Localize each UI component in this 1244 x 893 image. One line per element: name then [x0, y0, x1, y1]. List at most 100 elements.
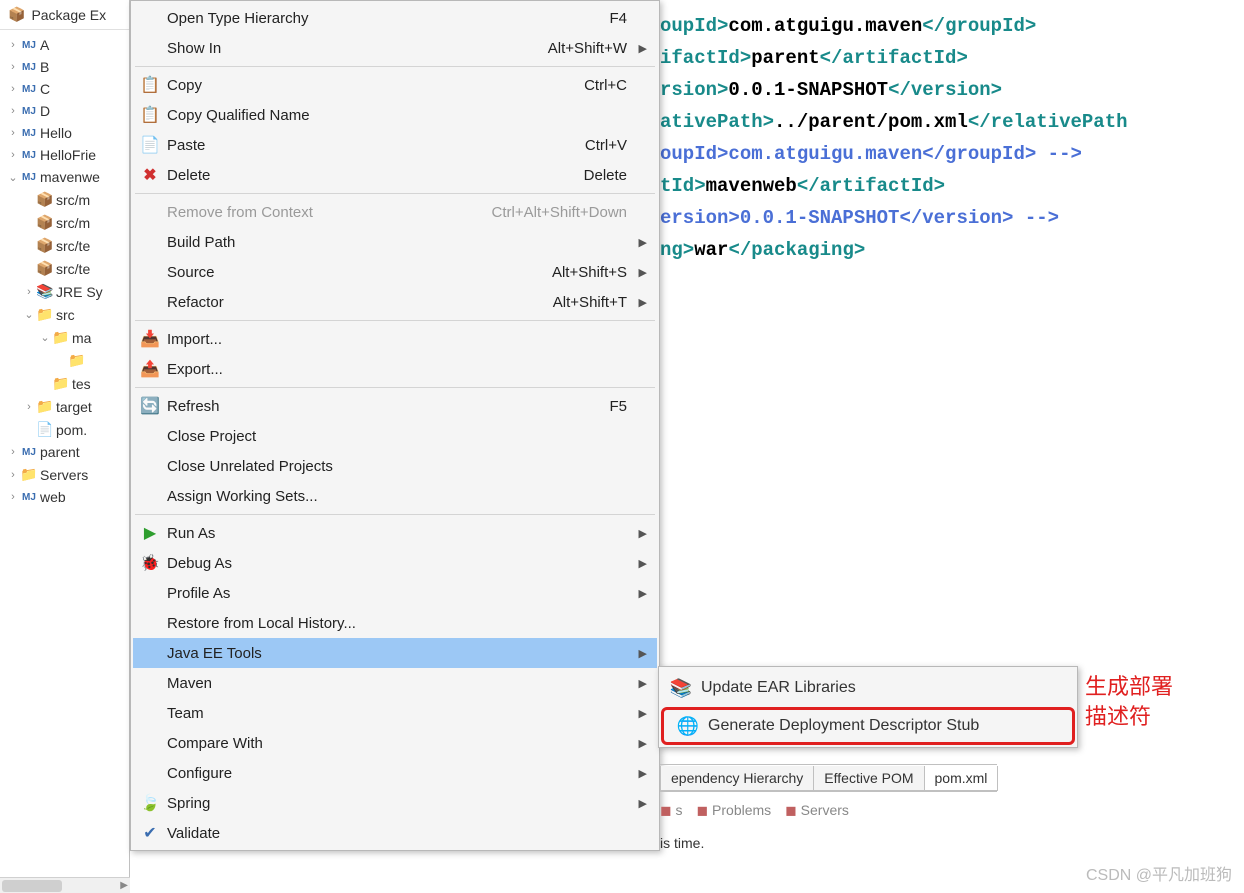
twisty-icon[interactable]: ⌄ [6, 171, 20, 184]
tree-item-ma[interactable]: ⌄📁ma [0, 326, 129, 349]
horizontal-scrollbar[interactable]: ▶ [0, 877, 130, 893]
scrollbar-thumb[interactable] [2, 880, 62, 892]
tree-item-target[interactable]: ›📁target [0, 395, 129, 418]
tree-item-pom.[interactable]: 📄pom. [0, 418, 129, 441]
mj-icon: MJ [20, 106, 38, 117]
tree-item-HelloFrie[interactable]: ›MJHelloFrie [0, 144, 129, 166]
menu-item-copy-qualified-name[interactable]: 📋Copy Qualified Name [133, 100, 657, 130]
twisty-icon[interactable]: › [6, 127, 20, 139]
tree-item-web[interactable]: ›MJweb [0, 486, 129, 508]
tree-item-mavenwe[interactable]: ⌄MJmavenwe [0, 166, 129, 188]
tree-item-empty[interactable]: 📁 [0, 349, 129, 372]
twisty-icon[interactable]: › [22, 401, 36, 413]
menu-item-accel: Alt+Shift+W [548, 40, 635, 57]
menu-item-profile-as[interactable]: Profile As▶ [133, 578, 657, 608]
menu-item-refresh[interactable]: 🔄RefreshF5 [133, 391, 657, 421]
tree-item-tes[interactable]: 📁tes [0, 372, 129, 395]
twisty-icon[interactable]: › [6, 39, 20, 51]
menu-item-label: Spring [167, 795, 627, 812]
menu-item-team[interactable]: Team▶ [133, 698, 657, 728]
twisty-icon[interactable]: › [6, 149, 20, 161]
mj-icon: MJ [20, 40, 38, 51]
context-menu[interactable]: Open Type HierarchyF4Show InAlt+Shift+W▶… [130, 0, 660, 851]
menu-item-restore-from-local-history-[interactable]: Restore from Local History... [133, 608, 657, 638]
project-tree[interactable]: ›MJA›MJB›MJC›MJD›MJHello›MJHelloFrie⌄MJm… [0, 30, 129, 512]
menu-item-copy[interactable]: 📋CopyCtrl+C [133, 70, 657, 100]
menu-item-label: Copy Qualified Name [167, 107, 627, 124]
spring-icon: 🍃 [133, 793, 167, 813]
tree-item-parent[interactable]: ›MJparent [0, 441, 129, 463]
editor-area[interactable]: oupId>com.atguigu.maven</groupId>ifactId… [660, 0, 1244, 760]
editor-tab-ependency-hierarchy[interactable]: ependency Hierarchy [660, 766, 814, 791]
tree-item-label: src/te [54, 238, 90, 254]
menu-item-spring[interactable]: 🍃Spring▶ [133, 788, 657, 818]
tree-item-D[interactable]: ›MJD [0, 100, 129, 122]
tree-item-src/m[interactable]: 📦src/m [0, 211, 129, 234]
menu-item-import-[interactable]: 📥Import... [133, 324, 657, 354]
menu-item-close-unrelated-projects[interactable]: Close Unrelated Projects [133, 451, 657, 481]
panel-tab-servers[interactable]: ◼ Servers [785, 802, 849, 819]
paste-icon: 📄 [133, 135, 167, 155]
menu-item-configure[interactable]: Configure▶ [133, 758, 657, 788]
menu-item-label: Remove from Context [167, 204, 492, 221]
editor-bottom-tabs[interactable]: ependency HierarchyEffective POMpom.xml [660, 764, 997, 792]
tree-item-C[interactable]: ›MJC [0, 78, 129, 100]
submenu-item-generate-deployment-descriptor-stub[interactable]: 🌐Generate Deployment Descriptor Stub [661, 707, 1075, 745]
tree-item-label: Hello [38, 125, 72, 141]
tree-item-label: target [54, 399, 92, 415]
editor-tab-effective-pom[interactable]: Effective POM [813, 766, 924, 791]
twisty-icon[interactable]: ⌄ [22, 308, 36, 321]
menu-item-export-[interactable]: 📤Export... [133, 354, 657, 384]
scrollbar-arrow-icon[interactable]: ▶ [120, 880, 128, 891]
submenu-arrow-icon: ▶ [635, 527, 647, 540]
menu-item-accel: Delete [584, 167, 635, 184]
submenu-item-update-ear-libraries[interactable]: 📚Update EAR Libraries [661, 669, 1075, 707]
panel-tab-problems[interactable]: ◼ Problems [697, 802, 772, 819]
menu-item-label: Team [167, 705, 627, 722]
menu-item-refactor[interactable]: RefactorAlt+Shift+T▶ [133, 287, 657, 317]
submenu-arrow-icon: ▶ [635, 42, 647, 55]
menu-item-source[interactable]: SourceAlt+Shift+S▶ [133, 257, 657, 287]
twisty-icon[interactable]: › [6, 491, 20, 503]
tree-item-src/m[interactable]: 📦src/m [0, 188, 129, 211]
menu-item-show-in[interactable]: Show InAlt+Shift+W▶ [133, 33, 657, 63]
context-submenu[interactable]: 📚Update EAR Libraries🌐Generate Deploymen… [658, 666, 1078, 748]
tree-item-src/te[interactable]: 📦src/te [0, 257, 129, 280]
package-explorer-title: 📦 Package Ex [0, 0, 129, 30]
menu-item-debug-as[interactable]: 🐞Debug As▶ [133, 548, 657, 578]
menu-item-label: Delete [167, 167, 584, 184]
menu-item-java-ee-tools[interactable]: Java EE Tools▶ [133, 638, 657, 668]
tree-item-B[interactable]: ›MJB [0, 56, 129, 78]
panel-tab-s[interactable]: ◼ s [660, 802, 683, 819]
twisty-icon[interactable]: › [6, 446, 20, 458]
menu-item-label: Maven [167, 675, 627, 692]
tree-item-src/te[interactable]: 📦src/te [0, 234, 129, 257]
editor-tab-pom-xml[interactable]: pom.xml [924, 766, 999, 791]
bottom-panel-tabs[interactable]: ◼ s ◼ Problems ◼ Servers [660, 796, 849, 825]
menu-item-delete[interactable]: ✖DeleteDelete [133, 160, 657, 190]
menu-separator [135, 193, 655, 194]
debug-icon: 🐞 [133, 553, 167, 573]
tree-item-Hello[interactable]: ›MJHello [0, 122, 129, 144]
menu-item-build-path[interactable]: Build Path▶ [133, 227, 657, 257]
twisty-icon[interactable]: › [6, 469, 20, 481]
menu-item-maven[interactable]: Maven▶ [133, 668, 657, 698]
menu-item-compare-with[interactable]: Compare With▶ [133, 728, 657, 758]
menu-item-assign-working-sets-[interactable]: Assign Working Sets... [133, 481, 657, 511]
menu-item-close-project[interactable]: Close Project [133, 421, 657, 451]
twisty-icon[interactable]: › [6, 83, 20, 95]
tree-item-src[interactable]: ⌄📁src [0, 303, 129, 326]
twisty-icon[interactable]: ⌄ [38, 331, 52, 344]
menu-item-validate[interactable]: ✔Validate [133, 818, 657, 848]
tree-item-JRE Sy[interactable]: ›📚JRE Sy [0, 280, 129, 303]
twisty-icon[interactable]: › [6, 61, 20, 73]
menu-item-label: Compare With [167, 735, 627, 752]
menu-item-open-type-hierarchy[interactable]: Open Type HierarchyF4 [133, 3, 657, 33]
menu-item-label: Java EE Tools [167, 645, 627, 662]
tree-item-Servers[interactable]: ›📁Servers [0, 463, 129, 486]
menu-item-run-as[interactable]: ▶Run As▶ [133, 518, 657, 548]
menu-item-paste[interactable]: 📄PasteCtrl+V [133, 130, 657, 160]
twisty-icon[interactable]: › [6, 105, 20, 117]
twisty-icon[interactable]: › [22, 286, 36, 298]
tree-item-A[interactable]: ›MJA [0, 34, 129, 56]
